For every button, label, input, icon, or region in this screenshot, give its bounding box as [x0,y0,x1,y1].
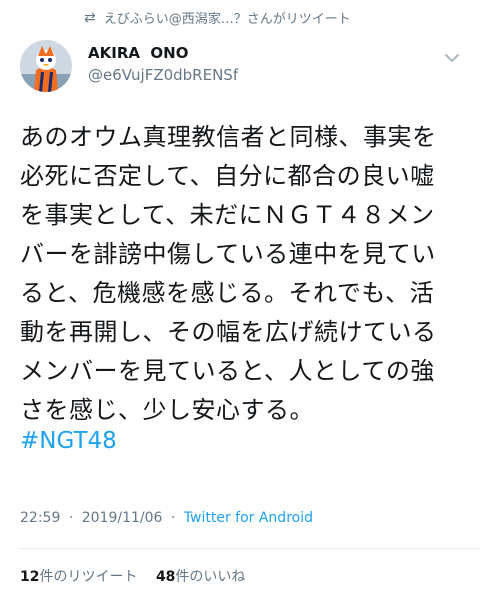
divider [20,548,480,549]
tweet-text-line: メンバーを見ていると、人としての強 [20,357,435,385]
retweets-label: 件のリツイート [39,569,138,585]
tweet-text-line: バーを誹謗中傷している連中を見てい [20,240,436,268]
tweet-meta: 22:59 · 2019/11/06 · Twitter for Android [20,510,313,526]
retweet-header-text: えびふらい@西潟家…？さんがリツイート [103,12,351,27]
avatar-mascot-image [20,40,72,92]
likes-count: 48 [155,569,176,585]
tweet-source-link[interactable]: Twitter for Android [184,510,313,526]
tweet-text-line: 動を再開し、その幅を広げ続けている [20,318,437,346]
retweets-count: 12 [20,569,40,585]
meta-separator: · [68,510,74,526]
tweet-text-line: さを感じ、少し安心する。 [20,396,314,424]
user-handle[interactable]: @e6VujFZ0dbRENSf [88,66,238,84]
hashtag-link[interactable]: #NGT48 [20,428,117,454]
tweet-stats: 12件のリツイート 48件のいいね [20,566,245,586]
tweet-text-line: ると、危機感を感じる。それでも、活 [20,279,435,307]
retweet-header[interactable]: ⇄ えびふらい@西潟家…？さんがリツイート [84,8,351,28]
user-display-name[interactable]: AKIRA ONO [88,44,188,62]
tweet-text: あのオウム真理教信者と同様、事実を 必死に否定して、自分に都合の良い嘘 を事実と… [20,118,470,430]
tweet-text-line: 必死に否定して、自分に都合の良い嘘 [20,162,435,190]
likes-label: 件のいいね [175,569,246,585]
meta-separator: · [170,510,176,526]
likes-stat[interactable]: 48件のいいね [156,569,245,585]
tweet-text-line: を事実として、未だにＮＧＴ４８メン [20,201,435,229]
tweet-text-line: あのオウム真理教信者と同様、事実を [20,123,437,151]
avatar[interactable] [20,40,72,92]
retweet-icon: ⇄ [84,9,96,26]
chevron-down-icon[interactable] [440,46,464,70]
tweet-time: 22:59 [20,510,61,526]
retweets-stat[interactable]: 12件のリツイート [20,569,142,585]
tweet-date: 2019/11/06 [81,510,163,526]
